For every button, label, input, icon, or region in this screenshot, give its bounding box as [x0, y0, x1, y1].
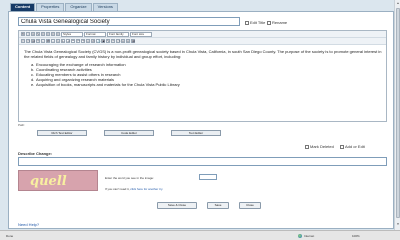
scroll-thumb[interactable]	[396, 8, 400, 218]
edit-title-option[interactable]: Edit Title	[245, 20, 265, 25]
editor-paragraph: The Chula Vista Genealogical Society (CV…	[24, 49, 382, 59]
action-buttons: Save & Close Save Close	[157, 202, 261, 209]
align-left-icon[interactable]: ≡	[41, 32, 45, 36]
find-icon[interactable]: ⌕	[41, 39, 45, 43]
vertical-scrollbar[interactable]: ▲ ▼	[394, 0, 400, 230]
cut-icon[interactable]: ✂	[21, 39, 25, 43]
editor-content[interactable]: The Chula Vista Genealogical Society (CV…	[24, 49, 382, 87]
bold-icon[interactable]: B	[21, 32, 25, 36]
code-icon[interactable]: <>	[116, 39, 121, 43]
captcha-help: If you can't read it, click here for ano…	[105, 187, 163, 191]
indent-icon[interactable]: ⇥	[66, 39, 70, 43]
paste-text-icon[interactable]: T	[36, 39, 40, 43]
align-right-icon[interactable]: ≡	[51, 32, 55, 36]
rich-text-editor[interactable]: B I U S ≡ ≡ ≡ ≡ Styles Format Font famil…	[18, 30, 387, 122]
font-family-select[interactable]: Font family	[107, 31, 129, 37]
captcha-word: quell	[30, 174, 67, 189]
add-or-edit-option[interactable]: Add or Edit	[340, 144, 365, 149]
edit-title-checkbox[interactable]	[245, 20, 249, 25]
anchor-icon[interactable]: ⚓	[96, 39, 101, 43]
page-title-input[interactable]	[18, 17, 240, 26]
cleanup-icon[interactable]: ✎	[106, 39, 110, 43]
captcha-retry-link[interactable]: click here for another try.	[130, 187, 163, 191]
security-zone-label: Internet	[304, 234, 315, 238]
underline-icon[interactable]: U	[31, 32, 35, 36]
need-help-link[interactable]: Need Help?	[18, 222, 39, 227]
rich-text-editor-button[interactable]: Rich Text Editor	[37, 130, 87, 136]
add-or-edit-label: Add or Edit	[345, 144, 365, 149]
image-icon[interactable]: ▣	[101, 39, 105, 43]
mark-deleted-label: Mark Deleted	[310, 144, 334, 149]
editor-mode-buttons: Rich Text Editor Code Editor Text Editor	[37, 130, 221, 136]
save-button[interactable]: Save	[207, 202, 229, 209]
scroll-down-icon[interactable]: ▼	[396, 222, 400, 227]
editor-toolbar-row-1: B I U S ≡ ≡ ≡ ≡ Styles Format Font famil…	[19, 31, 386, 38]
link-icon[interactable]: ∞	[86, 39, 90, 43]
captcha-input[interactable]	[199, 174, 217, 180]
outdent-icon[interactable]: ⇤	[61, 39, 65, 43]
describe-change-label: Describe Change:	[18, 151, 53, 156]
paste-icon[interactable]: ▤	[31, 39, 35, 43]
mark-deleted-option[interactable]: Mark Deleted	[305, 144, 334, 149]
styles-select[interactable]: Styles	[61, 31, 83, 37]
text-editor-button[interactable]: Text Editor	[171, 130, 221, 136]
rename-option[interactable]: Rename	[267, 20, 287, 25]
tab-versions[interactable]: Versions	[92, 3, 118, 11]
tab-organize[interactable]: Organize	[65, 3, 92, 11]
strikethrough-icon[interactable]: S	[36, 32, 40, 36]
rename-checkbox[interactable]	[267, 20, 271, 25]
status-text: Done	[6, 234, 14, 238]
editor-path: Path:	[18, 123, 26, 127]
browser-status-bar: Done Internet 100%	[0, 230, 400, 240]
mark-deleted-checkbox[interactable]	[305, 144, 309, 149]
bullet-list-icon[interactable]: •	[51, 39, 55, 43]
unlink-icon[interactable]: ⊘	[91, 39, 95, 43]
highlight-color-icon[interactable]: A	[126, 39, 130, 43]
captcha-image: quell	[18, 170, 98, 191]
undo-icon[interactable]: ↶	[76, 39, 80, 43]
security-zone: Internet	[298, 234, 314, 238]
copy-icon[interactable]: ▭	[26, 39, 30, 43]
align-justify-icon[interactable]: ≡	[56, 32, 60, 36]
editor-toolbar-row-2: ✂ ▭ ▤ T ⌕ ⇄ • 1 ⇤ ⇥ ❝ ↶ ↷ ∞ ⊘ ⚓ ▣ ✎ ? <>…	[19, 38, 386, 45]
tab-content[interactable]: Content	[10, 3, 36, 11]
redo-icon[interactable]: ↷	[81, 39, 85, 43]
close-button[interactable]: Close	[239, 202, 261, 209]
format-select[interactable]: Format	[84, 31, 106, 37]
edit-title-label: Edit Title	[250, 20, 266, 25]
save-and-close-button[interactable]: Save & Close	[157, 202, 197, 209]
describe-change-input[interactable]	[18, 157, 387, 166]
italic-icon[interactable]: I	[26, 32, 30, 36]
blockquote-icon[interactable]: ❝	[71, 39, 75, 43]
table-icon[interactable]: ▦	[131, 39, 135, 43]
code-editor-button[interactable]: Code Editor	[104, 130, 154, 136]
scroll-up-icon[interactable]: ▲	[396, 1, 400, 6]
tab-properties[interactable]: Properties	[36, 3, 65, 11]
numbered-list-icon[interactable]: 1	[56, 39, 60, 43]
tab-bar: Content Properties Organize Versions	[10, 3, 118, 11]
captcha-help-text: If you can't read it,	[105, 187, 130, 191]
list-item: e. Acquisition of books, manuscripts and …	[31, 82, 180, 87]
captcha-prompt: Enter the word you see in the image:	[105, 176, 154, 180]
internet-globe-icon	[298, 234, 302, 238]
content-panel: Edit Title Rename B I U S ≡ ≡ ≡ ≡ Styles…	[8, 11, 394, 229]
text-color-icon[interactable]: A	[121, 39, 125, 43]
rename-label: Rename	[272, 20, 288, 25]
align-center-icon[interactable]: ≡	[46, 32, 50, 36]
editor-list: a. Encouraging the exchange of research i…	[24, 62, 382, 87]
font-size-select[interactable]: Font size	[130, 31, 152, 37]
replace-icon[interactable]: ⇄	[46, 39, 50, 43]
zoom-level[interactable]: 100%	[352, 234, 360, 238]
add-or-edit-checkbox[interactable]	[340, 144, 344, 149]
help-icon[interactable]: ?	[111, 39, 115, 43]
